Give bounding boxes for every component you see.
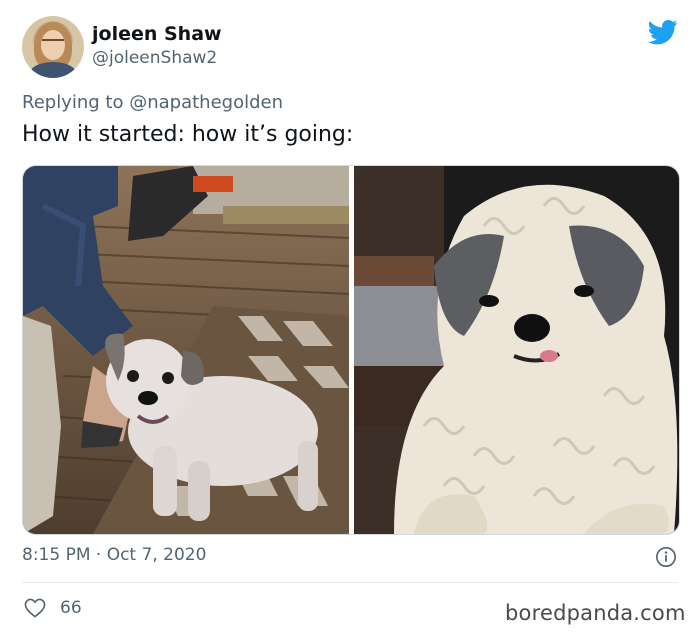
photo-right[interactable] — [354, 166, 679, 534]
heart-icon[interactable] — [24, 598, 46, 618]
reply-prefix: Replying to — [22, 92, 124, 113]
like-count: 66 — [60, 598, 82, 618]
twitter-bird-icon[interactable] — [646, 17, 680, 47]
media-grid — [22, 165, 680, 535]
info-icon[interactable] — [655, 546, 677, 568]
avatar[interactable] — [22, 16, 84, 78]
reply-context: Replying to @napathegolden — [22, 92, 283, 113]
tweet-text: How it started: how it’s going: — [22, 122, 354, 147]
author-handle[interactable]: @joleenShaw2 — [92, 48, 217, 68]
author-name[interactable]: joleen Shaw — [92, 23, 222, 45]
watermark: boredpanda.com — [505, 601, 686, 625]
reply-mention-link[interactable]: @napathegolden — [129, 92, 283, 113]
photo-left[interactable] — [23, 166, 349, 534]
tweet-timestamp[interactable]: 8:15 PM · Oct 7, 2020 — [22, 545, 206, 565]
divider — [22, 582, 678, 583]
